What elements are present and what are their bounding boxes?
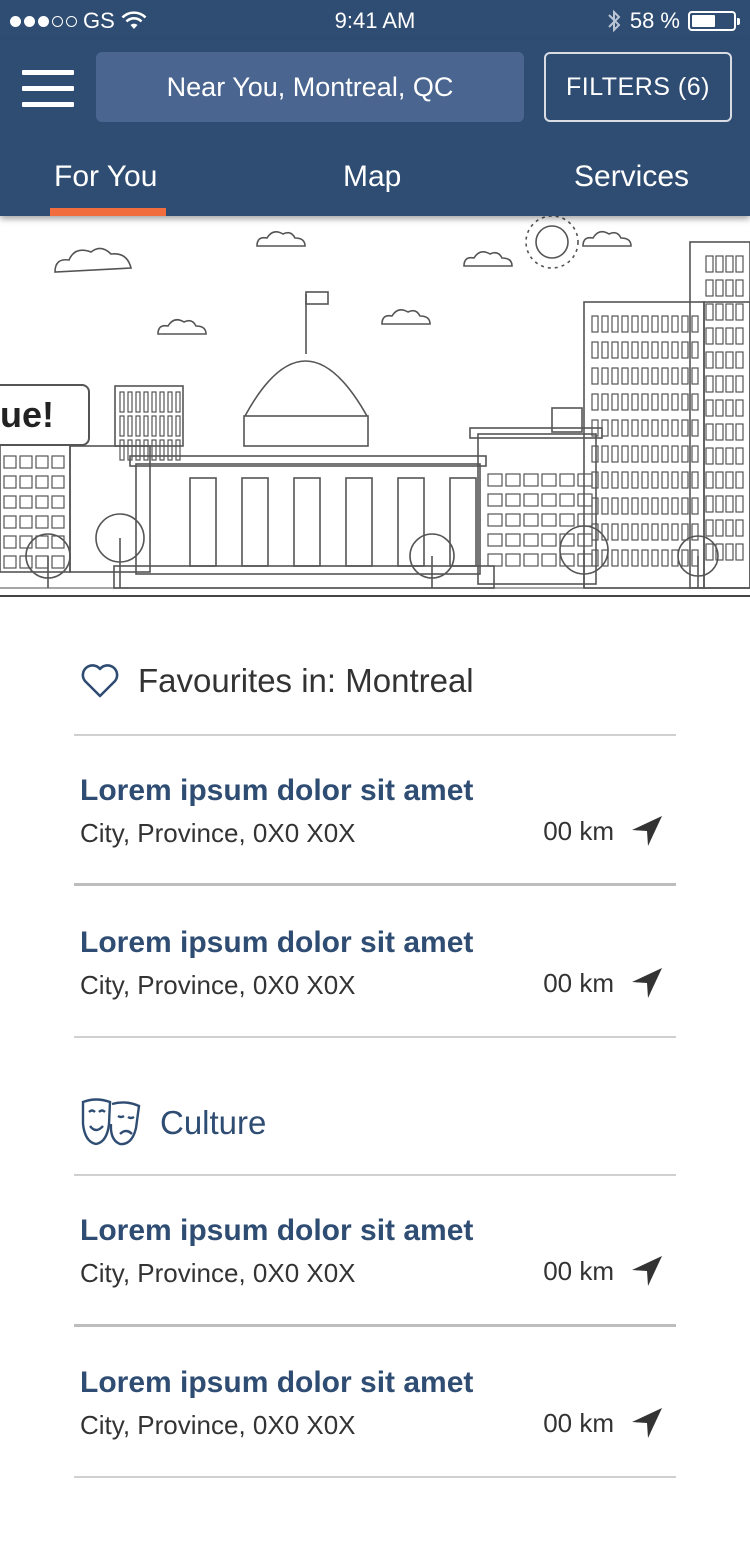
speech-bubble: ue! <box>0 384 90 446</box>
culture-section-header: Culture <box>80 1098 266 1148</box>
list-item[interactable]: Lorem ipsum dolor sit amet City, Provinc… <box>74 926 676 1076</box>
navigation-arrow-icon[interactable] <box>630 1254 664 1288</box>
active-tab-indicator <box>50 208 166 216</box>
tab-bar: For You Map Services <box>0 150 750 216</box>
divider <box>74 883 676 886</box>
list-item[interactable]: Lorem ipsum dolor sit amet City, Provinc… <box>74 1214 676 1364</box>
divider <box>74 1036 676 1038</box>
tab-for-you[interactable]: For You <box>54 160 157 194</box>
montreal-skyline-image <box>0 216 750 597</box>
item-distance: 00 km <box>543 1256 614 1286</box>
city-banner-illustration: ue! <box>0 216 750 600</box>
divider <box>74 1324 676 1327</box>
theatre-masks-icon <box>81 1098 141 1146</box>
favourites-section-header: Favourites in: Montreal <box>80 662 474 700</box>
item-name: Lorem ipsum dolor sit amet <box>80 774 474 807</box>
filters-button[interactable]: FILTERS (6) <box>544 52 732 122</box>
divider <box>74 1476 676 1478</box>
item-name: Lorem ipsum dolor sit amet <box>80 1366 474 1399</box>
status-bar: GS 9:41 AM 58 % <box>0 0 750 40</box>
item-distance: 00 km <box>543 816 614 846</box>
battery-icon <box>688 11 740 31</box>
culture-section-title: Culture <box>160 1104 267 1141</box>
item-address: City, Province, 0X0 X0X <box>80 970 356 1000</box>
battery-area: 58 % <box>606 8 740 34</box>
navigation-arrow-icon[interactable] <box>630 814 664 848</box>
item-name: Lorem ipsum dolor sit amet <box>80 926 474 959</box>
list-item[interactable]: Lorem ipsum dolor sit amet City, Provinc… <box>74 1366 676 1516</box>
divider <box>74 1174 676 1176</box>
navigation-arrow-icon[interactable] <box>630 1406 664 1440</box>
favourites-section-title: Favourites in: Montreal <box>138 662 474 699</box>
item-address: City, Province, 0X0 X0X <box>80 818 356 848</box>
navigation-arrow-icon[interactable] <box>630 966 664 1000</box>
item-distance: 00 km <box>543 968 614 998</box>
item-address: City, Province, 0X0 X0X <box>80 1410 356 1440</box>
bluetooth-icon <box>608 9 621 33</box>
tab-services[interactable]: Services <box>574 160 689 194</box>
list-item[interactable]: Lorem ipsum dolor sit amet City, Provinc… <box>74 774 676 924</box>
item-address: City, Province, 0X0 X0X <box>80 1258 356 1288</box>
hamburger-menu-icon[interactable] <box>22 70 74 108</box>
item-name: Lorem ipsum dolor sit amet <box>80 1214 474 1247</box>
battery-percent: 58 % <box>629 8 680 33</box>
item-distance: 00 km <box>543 1408 614 1438</box>
divider <box>74 734 676 736</box>
tab-map[interactable]: Map <box>343 160 401 194</box>
app-header: Near You, Montreal, QC FILTERS (6) For Y… <box>0 40 750 216</box>
heart-icon <box>81 664 119 698</box>
location-search-field[interactable]: Near You, Montreal, QC <box>96 52 524 122</box>
